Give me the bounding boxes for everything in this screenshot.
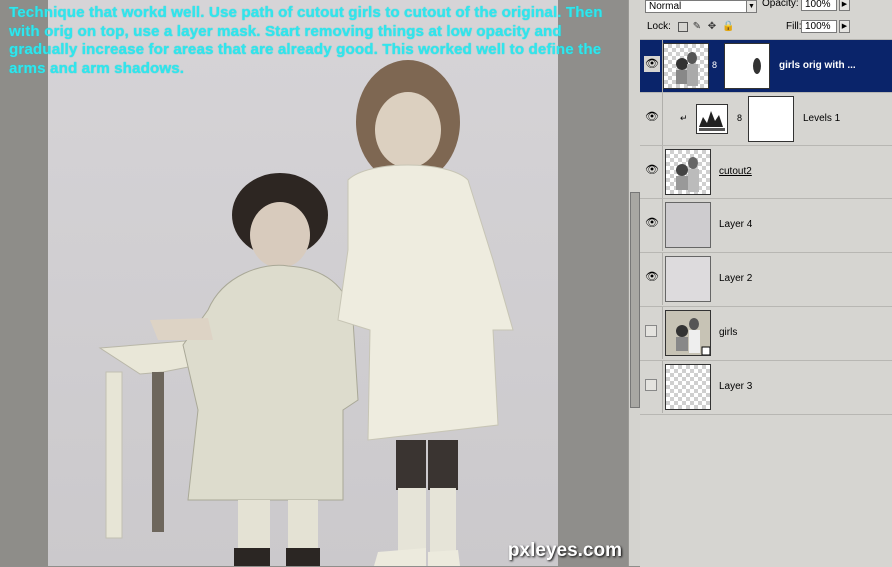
layer-mask-thumbnail[interactable]: [724, 43, 770, 89]
layer-name[interactable]: cutout2: [719, 166, 752, 177]
watermark: pxleyes.com: [507, 540, 622, 561]
blend-mode-select[interactable]: Normal: [645, 0, 747, 13]
layer-row-layer-2[interactable]: 👁 Layer 2: [640, 252, 892, 305]
mask-link-chain-icon[interactable]: 8: [737, 113, 742, 123]
opacity-input[interactable]: 100%: [801, 0, 837, 11]
canvas-left-margin: [0, 0, 48, 566]
layer-row-layer-4[interactable]: 👁 Layer 4: [640, 198, 892, 251]
layer-row-girls-orig[interactable]: 👁 8 girls orig with ...: [640, 39, 892, 92]
visibility-eye-icon[interactable]: 👁: [644, 56, 660, 72]
fill-input[interactable]: 100%: [801, 20, 837, 33]
lock-position-move-icon[interactable]: ✥: [707, 22, 717, 32]
levels-adjustment-icon: [696, 104, 728, 134]
visibility-eye-icon[interactable]: 👁: [644, 109, 660, 125]
layer-name[interactable]: Layer 3: [719, 381, 752, 392]
canvas-right-margin: [558, 0, 628, 566]
opacity-label: Opacity:: [762, 0, 799, 9]
layer-thumbnail: [663, 43, 709, 89]
vertical-scrollbar[interactable]: [628, 0, 640, 566]
layer-thumbnail: [665, 256, 711, 302]
fill-label: Fill:: [786, 21, 802, 32]
layer-name[interactable]: Layer 4: [719, 219, 752, 230]
lock-pixels-brush-icon[interactable]: ✎: [692, 22, 702, 32]
visibility-eye-icon[interactable]: 👁: [644, 215, 660, 231]
lock-label: Lock:: [647, 21, 671, 32]
children-photo: [98, 60, 514, 566]
blend-opacity-row: Normal ▼ Opacity: 100% ▶: [640, 0, 892, 16]
scrollbar-thumb[interactable]: [630, 192, 640, 408]
visibility-eye-icon[interactable]: 👁: [644, 269, 660, 285]
clip-arrow-icon: ↵: [680, 113, 688, 123]
layer-thumbnail: [665, 364, 711, 410]
layer-mask-thumbnail[interactable]: [748, 96, 794, 142]
visibility-toggle-empty[interactable]: [645, 325, 657, 337]
layer-name[interactable]: girls orig with ...: [779, 60, 856, 71]
photo-area: [48, 0, 558, 566]
layer-thumbnail: [665, 310, 711, 356]
technique-caption: Technique that workd well. Use path of c…: [9, 4, 603, 77]
opacity-arrow[interactable]: ▶: [839, 0, 850, 11]
lock-transparency-icon[interactable]: [678, 22, 688, 32]
visibility-toggle-empty[interactable]: [645, 379, 657, 391]
layer-thumbnail: [665, 149, 711, 195]
blend-mode-dropdown-arrow[interactable]: ▼: [746, 0, 757, 13]
mask-link-chain-icon[interactable]: 8: [712, 60, 717, 70]
fill-arrow[interactable]: ▶: [839, 20, 850, 33]
layer-name[interactable]: girls: [719, 327, 737, 338]
document-canvas[interactable]: Technique that workd well. Use path of c…: [0, 0, 628, 566]
layer-name[interactable]: Layer 2: [719, 273, 752, 284]
layer-row-girls[interactable]: girls: [640, 306, 892, 359]
lock-fill-row: Lock: ✎ ✥ 🔒 Fill: 100% ▶: [640, 18, 892, 38]
layers-empty-area: [640, 414, 892, 567]
layer-row-layer-3[interactable]: Layer 3: [640, 360, 892, 413]
visibility-eye-icon[interactable]: 👁: [644, 162, 660, 178]
layer-row-levels-1[interactable]: 👁 ↵ 8 Levels 1: [640, 92, 892, 145]
layer-thumbnail: [665, 202, 711, 248]
lock-all-padlock-icon[interactable]: 🔒: [722, 22, 734, 32]
layers-panel: Normal ▼ Opacity: 100% ▶ Lock: ✎ ✥ 🔒 Fil…: [640, 0, 892, 567]
layer-row-cutout2[interactable]: 👁 cutout2: [640, 145, 892, 198]
layer-name[interactable]: Levels 1: [803, 113, 840, 124]
